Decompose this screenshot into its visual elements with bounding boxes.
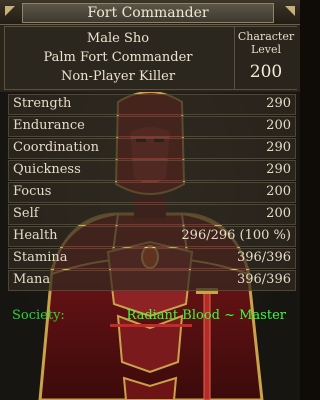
stat-label: Focus <box>13 184 52 199</box>
stat-label: Mana <box>13 272 51 287</box>
society-row: Society: Radiant Blood ~ Master <box>12 307 292 325</box>
stat-value: 290 <box>266 140 291 155</box>
level-label: Character Level <box>237 30 295 56</box>
stat-label: Endurance <box>13 118 85 133</box>
stat-row-stamina: Stamina 396/396 <box>8 248 296 269</box>
stat-row-quickness: Quickness 290 <box>8 160 296 181</box>
stat-value: 396/396 <box>236 250 291 265</box>
stat-label: Self <box>13 206 39 221</box>
stat-value: 290 <box>266 162 291 177</box>
character-pk-status: Non-Player Killer <box>60 69 176 84</box>
stat-value: 200 <box>266 206 291 221</box>
character-gender-heritage: Male Sho <box>86 31 150 46</box>
attributes-panel: Strength 290 Endurance 200 Coordination … <box>8 94 296 292</box>
level-value: 200 <box>249 62 283 82</box>
stat-label: Coordination <box>13 140 99 155</box>
stat-label: Health <box>13 228 58 243</box>
stat-label: Quickness <box>13 162 81 177</box>
stat-row-health: Health 296/296 (100 %) <box>8 226 296 247</box>
stat-value: 396/396 <box>236 272 291 287</box>
society-value: Radiant Blood ~ Master <box>126 308 286 323</box>
stat-row-mana: Mana 396/396 <box>8 270 296 291</box>
stat-value: 200 <box>266 184 291 199</box>
character-header: Male Sho Palm Fort Commander Non-Player … <box>4 26 297 90</box>
stat-label: Stamina <box>13 250 68 265</box>
character-identity: Male Sho Palm Fort Commander Non-Player … <box>5 29 231 86</box>
stat-value: 296/296 (100 %) <box>181 228 291 243</box>
corner-triangle-icon <box>285 6 295 16</box>
window-title: Fort Commander <box>22 3 274 23</box>
stat-row-self: Self 200 <box>8 204 296 225</box>
character-info-window: Fort Commander Male Sho Palm Fort Comman… <box>0 0 300 400</box>
stat-row-strength: Strength 290 <box>8 94 296 115</box>
level-box: Character Level 200 <box>234 27 297 89</box>
title-bar[interactable]: Fort Commander <box>0 0 300 25</box>
stat-row-endurance: Endurance 200 <box>8 116 296 137</box>
stat-label: Strength <box>13 96 72 111</box>
stat-row-coordination: Coordination 290 <box>8 138 296 159</box>
stat-value: 200 <box>266 118 291 133</box>
corner-triangle-icon <box>5 6 15 16</box>
character-title: Palm Fort Commander <box>43 50 193 65</box>
stat-value: 290 <box>266 96 291 111</box>
stat-row-focus: Focus 200 <box>8 182 296 203</box>
society-label: Society: <box>12 308 65 323</box>
